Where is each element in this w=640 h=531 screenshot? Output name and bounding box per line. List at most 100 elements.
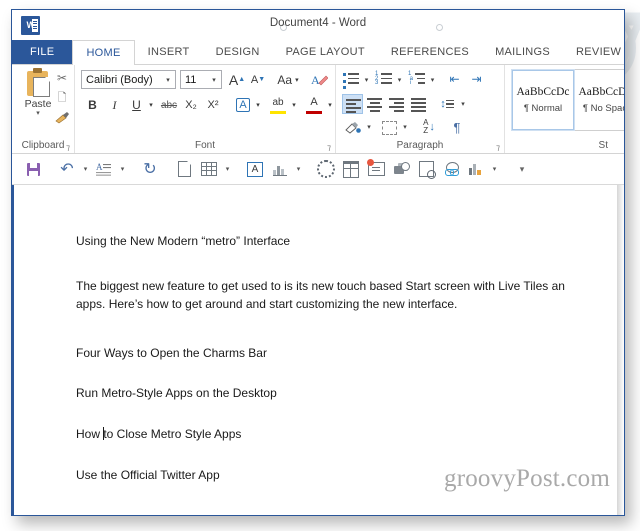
ribbon-tab-file[interactable]: FILE bbox=[12, 40, 73, 64]
show-formatting-marks-icon[interactable]: ¶ bbox=[446, 117, 468, 137]
overflow-chevron-icon[interactable]: ▾ bbox=[511, 158, 533, 180]
save-icon[interactable] bbox=[22, 158, 44, 180]
style-item-no-spacing[interactable]: AaBbCcDc ¶ No Spac bbox=[574, 70, 624, 130]
text-effects-caret[interactable]: ▾ bbox=[253, 95, 263, 115]
print-preview-icon[interactable] bbox=[415, 158, 437, 180]
highlight-glyph: ab bbox=[272, 96, 284, 108]
font-color-caret[interactable]: ▾ bbox=[325, 95, 335, 115]
highlight-caret[interactable]: ▾ bbox=[289, 95, 299, 115]
mail-merge-icon[interactable] bbox=[390, 158, 412, 180]
table-grid-icon[interactable] bbox=[340, 158, 362, 180]
paste-dropdown-caret[interactable]: ▾ bbox=[18, 110, 58, 118]
grow-font-glyph: A bbox=[228, 71, 239, 88]
bold-button[interactable]: B bbox=[83, 95, 102, 115]
style-item-normal[interactable]: AaBbCcDc ¶ Normal bbox=[511, 69, 575, 131]
font-name-input[interactable]: Calibri (Body) ▾ bbox=[81, 70, 176, 89]
multilevel-list-icon[interactable]: 1 a i bbox=[408, 70, 428, 89]
clear-formatting-icon[interactable]: A bbox=[308, 69, 330, 90]
ribbon-tab-insert[interactable]: INSERT bbox=[135, 40, 203, 64]
font-dialog-launcher[interactable]: ⁊ bbox=[327, 144, 331, 152]
hyperlink-icon[interactable] bbox=[440, 158, 462, 180]
document-list-item: Four Ways to Open the Charms Bar bbox=[76, 345, 267, 360]
ribbon-tab-design[interactable]: DESIGN bbox=[203, 40, 273, 64]
superscript-button[interactable]: X² bbox=[203, 95, 223, 115]
decrease-indent-icon[interactable]: ⇤ bbox=[444, 69, 465, 89]
ribbon-tab-mailings[interactable]: MAILINGS bbox=[482, 40, 563, 64]
paste-button[interactable]: Paste ▾ bbox=[18, 68, 58, 118]
bullets-icon[interactable] bbox=[342, 70, 362, 90]
repeat-style-caret[interactable]: ▾ bbox=[118, 158, 127, 180]
ribbon-tab-references[interactable]: REFERENCES bbox=[378, 40, 482, 64]
subscript-button[interactable]: X₂ bbox=[181, 95, 201, 115]
increase-indent-icon[interactable]: ⇥ bbox=[466, 69, 487, 89]
ribbon-tab-home[interactable]: HOME bbox=[72, 40, 135, 65]
redo-icon[interactable]: ↻ bbox=[139, 158, 161, 180]
copy-icon[interactable]: 🗋 bbox=[53, 89, 71, 107]
font-size-input[interactable]: 11 ▾ bbox=[180, 70, 222, 89]
grow-font-button[interactable]: A ▲ bbox=[227, 69, 247, 90]
change-case-button[interactable]: Aa ▾ bbox=[274, 69, 302, 90]
text-highlight-icon[interactable]: ab bbox=[267, 93, 289, 115]
align-right-icon[interactable] bbox=[386, 94, 407, 114]
italic-button[interactable]: I bbox=[105, 95, 124, 115]
new-document-icon[interactable] bbox=[173, 158, 195, 180]
building-blocks-icon[interactable] bbox=[269, 158, 291, 180]
styles-group-label-text: St bbox=[598, 140, 608, 151]
repeat-style-icon[interactable]: A bbox=[93, 158, 115, 180]
sort-icon[interactable]: AZ ↓ bbox=[418, 117, 440, 137]
undo-icon[interactable]: ↶ bbox=[56, 158, 78, 180]
undo-caret[interactable]: ▾ bbox=[81, 158, 90, 180]
paintbrush-icon[interactable] bbox=[53, 109, 71, 127]
borders-icon[interactable] bbox=[378, 117, 400, 137]
paste-label: Paste bbox=[24, 98, 52, 110]
ribbon-tab-review[interactable]: REVIEW bbox=[563, 40, 624, 64]
font-name-caret[interactable]: ▾ bbox=[161, 76, 175, 84]
multilevel-caret[interactable]: ▾ bbox=[428, 70, 437, 89]
text-effects-glyph: A bbox=[236, 98, 250, 112]
styles-group-body: AaBbCcDc ¶ Normal AaBbCcDc ¶ No Spac bbox=[505, 65, 624, 139]
title-bar: W Document4 - Word bbox=[12, 10, 624, 40]
repeat-style-svg: A bbox=[96, 162, 111, 176]
building-blocks-caret[interactable]: ▾ bbox=[294, 158, 303, 180]
smartart-icon[interactable] bbox=[315, 158, 337, 180]
strikethrough-button[interactable]: abc bbox=[159, 95, 179, 115]
numbering-caret[interactable]: ▾ bbox=[395, 70, 404, 89]
underline-button[interactable]: U bbox=[127, 95, 146, 115]
align-justify-icon[interactable] bbox=[408, 94, 429, 114]
clear-formatting-svg: A bbox=[311, 73, 328, 87]
document-canvas[interactable]: Using the New Modern “metro” Interface T… bbox=[12, 185, 624, 515]
contact-card-icon[interactable] bbox=[365, 158, 387, 180]
change-case-glyph: Aa bbox=[277, 72, 293, 87]
shrink-font-button[interactable]: A ▼ bbox=[248, 69, 268, 90]
line-spacing-caret[interactable]: ▾ bbox=[458, 94, 468, 114]
ribbon-tab-page-layout[interactable]: PAGE LAYOUT bbox=[273, 40, 378, 64]
align-left-icon[interactable] bbox=[342, 94, 363, 114]
style-preview-no-spacing: AaBbCcDc bbox=[578, 86, 624, 98]
shading-caret[interactable]: ▾ bbox=[364, 117, 374, 137]
ribbon-group-styles: AaBbCcDc ¶ Normal AaBbCcDc ¶ No Spac St bbox=[505, 65, 624, 153]
chart-icon[interactable] bbox=[465, 158, 487, 180]
document-heading: Using the New Modern “metro” Interface bbox=[76, 234, 291, 248]
shading-icon[interactable] bbox=[342, 117, 364, 137]
borders-caret[interactable]: ▾ bbox=[400, 117, 410, 137]
underline-caret[interactable]: ▾ bbox=[146, 95, 156, 115]
font-group-label: Font ⁊ bbox=[75, 139, 335, 153]
text-effects-icon[interactable]: A bbox=[233, 95, 253, 115]
scissors-icon[interactable]: ✂ bbox=[53, 69, 71, 87]
paragraph-dialog-launcher[interactable]: ⁊ bbox=[496, 144, 500, 152]
numbering-icon[interactable]: 123 bbox=[375, 70, 395, 89]
align-center-icon[interactable] bbox=[364, 94, 385, 114]
clipboard-dialog-launcher[interactable]: ⁊ bbox=[66, 144, 70, 152]
ribbon-group-clipboard: Paste ▾ ✂ 🗋 Clipboard ⁊ bbox=[12, 65, 75, 153]
font-color-icon[interactable]: A bbox=[303, 93, 325, 115]
table-icon[interactable] bbox=[198, 158, 220, 180]
bullets-caret[interactable]: ▾ bbox=[362, 70, 371, 89]
chart-caret[interactable]: ▾ bbox=[490, 158, 499, 180]
svg-text:A: A bbox=[311, 73, 320, 87]
text-box-icon[interactable]: A bbox=[244, 158, 266, 180]
style-name-no-spacing: ¶ No Spac bbox=[582, 103, 624, 114]
table-caret[interactable]: ▾ bbox=[223, 158, 232, 180]
line-spacing-icon[interactable]: ↕ bbox=[436, 94, 458, 114]
font-size-caret[interactable]: ▾ bbox=[207, 76, 221, 84]
paragraph-group-label-text: Paragraph bbox=[396, 140, 444, 151]
